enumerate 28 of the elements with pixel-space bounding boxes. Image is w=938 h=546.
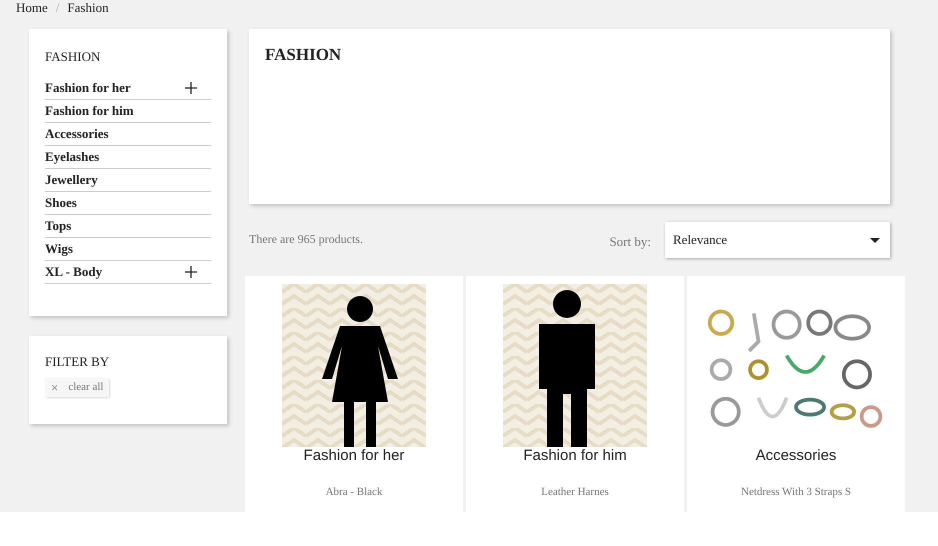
- category-link[interactable]: XL - Body: [45, 264, 102, 280]
- breadcrumb-link[interactable]: Home: [16, 0, 48, 16]
- category-link[interactable]: Shoes: [45, 195, 77, 211]
- plus-icon[interactable]: [185, 82, 197, 94]
- sort-dropdown[interactable]: Relevance: [665, 222, 890, 258]
- category-link[interactable]: Fashion for him: [45, 103, 134, 119]
- product-card[interactable]: Accessories Netdress With 3 Straps S: [687, 276, 905, 512]
- category-heading: FASHION: [265, 45, 342, 65]
- category-link[interactable]: Jewellery: [45, 172, 98, 188]
- category-link[interactable]: Fashion for her: [45, 80, 131, 96]
- category-link[interactable]: Tops: [45, 218, 72, 234]
- plus-icon[interactable]: [185, 266, 197, 278]
- product-card[interactable]: Fashion for her Abra - Black: [245, 276, 463, 512]
- category-link[interactable]: Eyelashes: [45, 149, 100, 165]
- category-link[interactable]: Accessories: [45, 126, 109, 142]
- breadcrumb-separator: /: [56, 0, 60, 16]
- product-name[interactable]: Leather Harnes: [541, 486, 609, 498]
- product-name[interactable]: Netdress With 3 Straps S: [741, 486, 851, 498]
- product-name[interactable]: Abra - Black: [326, 486, 382, 498]
- product-count: There are 965 products.: [249, 232, 364, 246]
- breadcrumb-link[interactable]: Fashion: [67, 0, 109, 16]
- category-title: FASHION: [45, 49, 102, 65]
- filter-title: FILTER BY: [45, 354, 110, 370]
- sort-label: Sort by:: [609, 234, 651, 250]
- caret-icon: [870, 238, 880, 242]
- category-link[interactable]: Wigs: [45, 241, 73, 257]
- clear-all-button[interactable]: × clear all: [45, 378, 110, 397]
- product-card[interactable]: Fashion for him Leather Harnes: [466, 276, 684, 512]
